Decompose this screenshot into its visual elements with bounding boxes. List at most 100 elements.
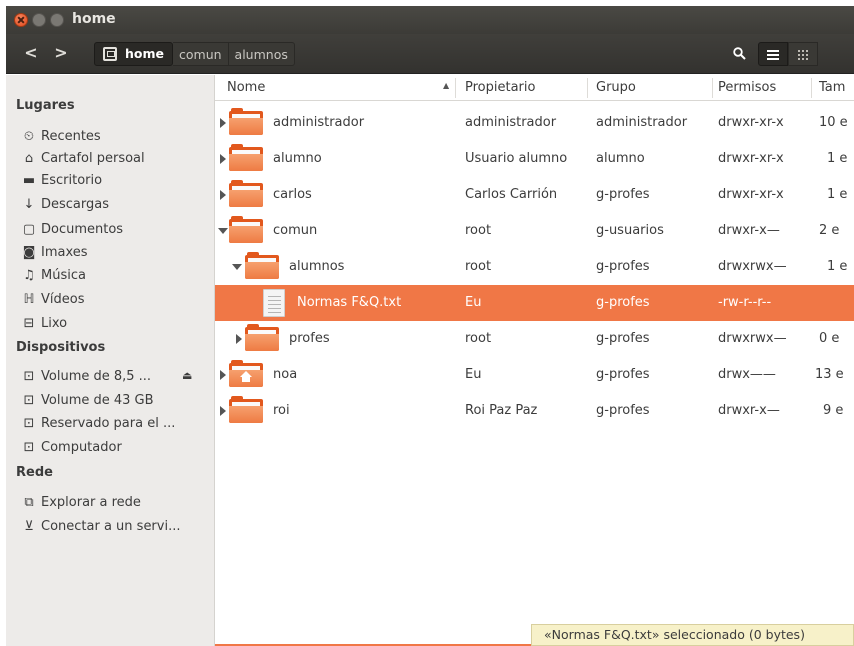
breadcrumb-home[interactable]: home xyxy=(94,42,173,66)
column-separator xyxy=(455,78,456,98)
sidebar-item-label: Recentes xyxy=(41,128,101,144)
drive-icon: ⊡ xyxy=(23,392,35,408)
folder-icon xyxy=(229,396,263,423)
file-owner: Eu xyxy=(465,295,482,310)
clock-icon: ⏲ xyxy=(23,128,35,144)
sort-ascending-icon: ▲ xyxy=(443,81,450,90)
breadcrumb: home comun alumnos xyxy=(94,42,295,66)
search-icon xyxy=(732,47,746,60)
file-perms: drwxrwx— xyxy=(718,259,787,274)
sidebar-item-conectar-servidor[interactable]: ⊻ Conectar a un servi... xyxy=(22,515,180,537)
drive-icon: ⊡ xyxy=(23,439,35,455)
file-owner: Usuario alumno xyxy=(465,151,568,166)
document-icon: ▢ xyxy=(22,221,36,237)
sidebar-item-recentes[interactable]: ⏲ Recentes xyxy=(22,125,101,147)
file-owner: Carlos Carrión xyxy=(465,187,558,202)
file-size: 1 e xyxy=(827,187,848,202)
sidebar-item-label: Lixo xyxy=(41,315,68,331)
column-header-tamano[interactable]: Tam xyxy=(819,80,845,95)
music-icon: ♫ xyxy=(23,267,35,283)
sidebar-item-label: Volume de 43 GB xyxy=(41,392,154,408)
file-size: 0 e xyxy=(819,331,840,346)
file-size: 10 e xyxy=(819,115,848,130)
sidebar-item-musica[interactable]: ♫ Música xyxy=(22,264,86,286)
file-perms: drwxr-xr-x xyxy=(718,115,784,130)
sidebar-item-lixo[interactable]: ⊟ Lixo xyxy=(22,312,68,334)
expander-expanded-icon[interactable] xyxy=(232,264,242,270)
sidebar-item-videos[interactable]: ℍ Vídeos xyxy=(22,288,84,310)
back-button[interactable]: < xyxy=(16,42,46,66)
eject-icon[interactable]: ⏏ xyxy=(182,369,192,382)
table-row-selected[interactable]: Normas F&Q.txt Eu g-profes -rw-r--r-- xyxy=(215,285,854,321)
table-row[interactable]: administrador administrador administrado… xyxy=(215,105,854,141)
expander-collapsed-icon[interactable] xyxy=(220,118,226,128)
file-group: g-profes xyxy=(596,187,650,202)
sidebar: Lugares ⏲ Recentes ⌂ Cartafol persoal ▬ … xyxy=(6,75,215,646)
expander-expanded-icon[interactable] xyxy=(218,228,228,234)
file-group: administrador xyxy=(596,115,688,130)
server-icon: ⊻ xyxy=(24,518,34,534)
table-row[interactable]: carlos Carlos Carrión g-profes drwxr-xr-… xyxy=(215,177,854,213)
drive-icon: ⊡ xyxy=(23,368,35,384)
maximize-window-button[interactable] xyxy=(50,13,64,27)
sidebar-item-label: Imaxes xyxy=(41,244,88,260)
sidebar-item-label: Escritorio xyxy=(41,172,103,188)
toolbar: < > home comun alumnos xyxy=(6,34,854,74)
table-header: Nome ▲ Propietario Grupo Permisos Tam xyxy=(215,75,854,101)
file-group: g-profes xyxy=(596,367,650,382)
drive-icon xyxy=(103,47,117,61)
sidebar-item-escritorio[interactable]: ▬ Escritorio xyxy=(22,169,102,191)
file-owner: root xyxy=(465,259,492,274)
sidebar-item-computador[interactable]: ⊡ Computador xyxy=(22,436,122,458)
sidebar-item-label: Conectar a un servi... xyxy=(41,518,181,534)
list-view-button[interactable] xyxy=(758,42,788,66)
minimize-window-button[interactable] xyxy=(32,13,46,27)
column-header-permisos[interactable]: Permisos xyxy=(718,80,776,95)
file-size: 1 e xyxy=(827,151,848,166)
column-separator xyxy=(712,78,713,98)
file-owner: root xyxy=(465,331,492,346)
sidebar-item-reservado[interactable]: ⊡ Reservado para el ... xyxy=(22,412,176,434)
breadcrumb-comun[interactable]: comun xyxy=(173,42,229,66)
sidebar-item-imaxes[interactable]: ◙ Imaxes xyxy=(22,241,88,263)
list-view-icon xyxy=(767,50,779,60)
film-icon: ℍ xyxy=(23,291,35,307)
file-owner: Eu xyxy=(465,367,482,382)
sidebar-item-documentos[interactable]: ▢ Documentos xyxy=(22,218,123,240)
home-folder-icon xyxy=(229,360,263,387)
trash-icon: ⊟ xyxy=(23,315,35,331)
sidebar-item-descargas[interactable]: ↓ Descargas xyxy=(22,193,109,215)
sidebar-item-cartafol-persoal[interactable]: ⌂ Cartafol persoal xyxy=(22,147,145,169)
network-icon: ⧉ xyxy=(24,494,34,510)
sidebar-item-explorar-rede[interactable]: ⧉ Explorar a rede xyxy=(22,491,141,513)
window-title: home xyxy=(72,11,116,27)
table-row[interactable]: noa Eu g-profes drwx—— 13 e xyxy=(215,357,854,393)
drive-icon: ⊡ xyxy=(23,415,35,431)
sidebar-item-label: Documentos xyxy=(41,221,124,237)
sidebar-item-volume-8-5[interactable]: ⊡ Volume de 8,5 ... xyxy=(22,365,152,387)
file-name: alumnos xyxy=(289,259,345,274)
expander-collapsed-icon[interactable] xyxy=(220,154,226,164)
title-bar: home xyxy=(6,6,854,34)
breadcrumb-alumnos[interactable]: alumnos xyxy=(228,42,295,66)
file-perms: drwxr-xr-x xyxy=(718,187,784,202)
grid-view-button[interactable] xyxy=(788,42,818,66)
expander-collapsed-icon[interactable] xyxy=(220,190,226,200)
table-row[interactable]: profes root g-profes drwxrwx— 0 e xyxy=(215,321,854,357)
expander-collapsed-icon[interactable] xyxy=(220,406,226,416)
file-group: g-usuarios xyxy=(596,223,664,238)
forward-button[interactable]: > xyxy=(46,42,76,66)
download-icon: ↓ xyxy=(23,196,35,212)
table-row[interactable]: alumno Usuario alumno alumno drwxr-xr-x … xyxy=(215,141,854,177)
table-row[interactable]: comun root g-usuarios drwxr-x— 2 e xyxy=(215,213,854,249)
column-header-propietario[interactable]: Propietario xyxy=(465,80,535,95)
column-header-grupo[interactable]: Grupo xyxy=(596,80,636,95)
table-row[interactable]: alumnos root g-profes drwxrwx— 1 e xyxy=(215,249,854,285)
close-window-button[interactable] xyxy=(14,13,28,27)
table-row[interactable]: roi Roi Paz Paz g-profes drwxr-x— 9 e xyxy=(215,393,854,429)
column-header-nome[interactable]: Nome xyxy=(227,80,265,95)
sidebar-item-volume-43gb[interactable]: ⊡ Volume de 43 GB xyxy=(22,389,154,411)
expander-collapsed-icon[interactable] xyxy=(220,370,226,380)
search-button[interactable] xyxy=(724,42,754,66)
expander-collapsed-icon[interactable] xyxy=(236,334,242,344)
